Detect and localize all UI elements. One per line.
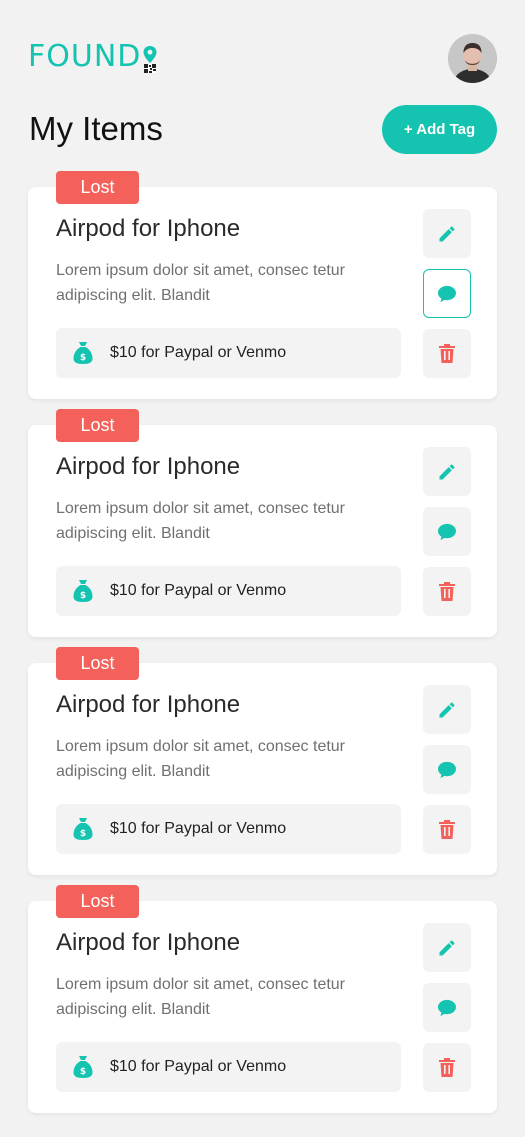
reward-info: $ $10 for Paypal or Venmo — [56, 566, 401, 616]
item-title: Airpod for Iphone — [56, 691, 241, 718]
trash-icon — [439, 820, 455, 839]
delete-button[interactable] — [423, 567, 471, 616]
user-avatar[interactable] — [448, 34, 497, 83]
delete-button[interactable] — [423, 1043, 471, 1092]
pencil-icon — [437, 700, 457, 720]
lost-status-badge: Lost — [56, 409, 139, 442]
item-description: Lorem ipsum dolor sit amet, consec tetur… — [56, 738, 346, 780]
money-bag-icon: $ — [73, 817, 93, 841]
item-title: Airpod for Iphone — [56, 929, 241, 956]
reward-info: $ $10 for Paypal or Venmo — [56, 328, 401, 378]
money-bag-icon: $ — [73, 1055, 93, 1079]
item-title: Airpod for Iphone — [56, 215, 241, 242]
trash-icon — [439, 344, 455, 363]
reward-text: $10 for Paypal or Venmo — [110, 344, 287, 361]
svg-text:$: $ — [80, 591, 86, 601]
item-description: Lorem ipsum dolor sit amet, consec tetur… — [56, 500, 346, 542]
reward-text: $10 for Paypal or Venmo — [110, 582, 287, 599]
pencil-icon — [437, 224, 457, 244]
edit-button[interactable] — [423, 209, 471, 258]
lost-status-badge: Lost — [56, 171, 139, 204]
money-bag-icon: $ — [73, 579, 93, 603]
svg-text:$: $ — [80, 829, 86, 839]
reward-info: $ $10 for Paypal or Venmo — [56, 804, 401, 854]
pencil-icon — [437, 938, 457, 958]
message-button[interactable] — [423, 745, 471, 794]
add-tag-button[interactable]: + Add Tag — [382, 105, 497, 154]
item-description: Lorem ipsum dolor sit amet, consec tetur… — [56, 262, 346, 304]
pencil-icon — [437, 462, 457, 482]
found-logo[interactable]: FOUND — [28, 40, 158, 74]
reward-text: $10 for Paypal or Venmo — [110, 1058, 287, 1075]
item-card: Airpod for Iphone Lorem ipsum dolor sit … — [28, 425, 497, 637]
trash-icon — [439, 582, 455, 601]
message-button[interactable] — [423, 507, 471, 556]
edit-button[interactable] — [423, 923, 471, 972]
chat-icon — [437, 285, 457, 303]
svg-text:$: $ — [80, 1067, 86, 1077]
item-title: Airpod for Iphone — [56, 453, 241, 480]
item-description: Lorem ipsum dolor sit amet, consec tetur… — [56, 976, 346, 1018]
reward-text: $10 for Paypal or Venmo — [110, 820, 287, 837]
reward-info: $ $10 for Paypal or Venmo — [56, 1042, 401, 1092]
lost-status-badge: Lost — [56, 885, 139, 918]
lost-status-badge: Lost — [56, 647, 139, 680]
chat-icon — [437, 999, 457, 1017]
trash-icon — [439, 1058, 455, 1077]
location-pin-qr-icon — [142, 44, 158, 74]
edit-button[interactable] — [423, 685, 471, 734]
edit-button[interactable] — [423, 447, 471, 496]
money-bag-icon: $ — [73, 341, 93, 365]
chat-icon — [437, 761, 457, 779]
logo-text: FOUND — [28, 39, 142, 74]
item-card: Airpod for Iphone Lorem ipsum dolor sit … — [28, 187, 497, 399]
delete-button[interactable] — [423, 329, 471, 378]
delete-button[interactable] — [423, 805, 471, 854]
app-header: FOUND — [0, 0, 525, 100]
chat-icon — [437, 523, 457, 541]
svg-text:$: $ — [80, 353, 86, 363]
item-card: Airpod for Iphone Lorem ipsum dolor sit … — [28, 663, 497, 875]
message-button[interactable] — [423, 983, 471, 1032]
item-card: Airpod for Iphone Lorem ipsum dolor sit … — [28, 901, 497, 1113]
page-title: My Items — [29, 110, 163, 147]
message-button[interactable] — [423, 269, 471, 318]
